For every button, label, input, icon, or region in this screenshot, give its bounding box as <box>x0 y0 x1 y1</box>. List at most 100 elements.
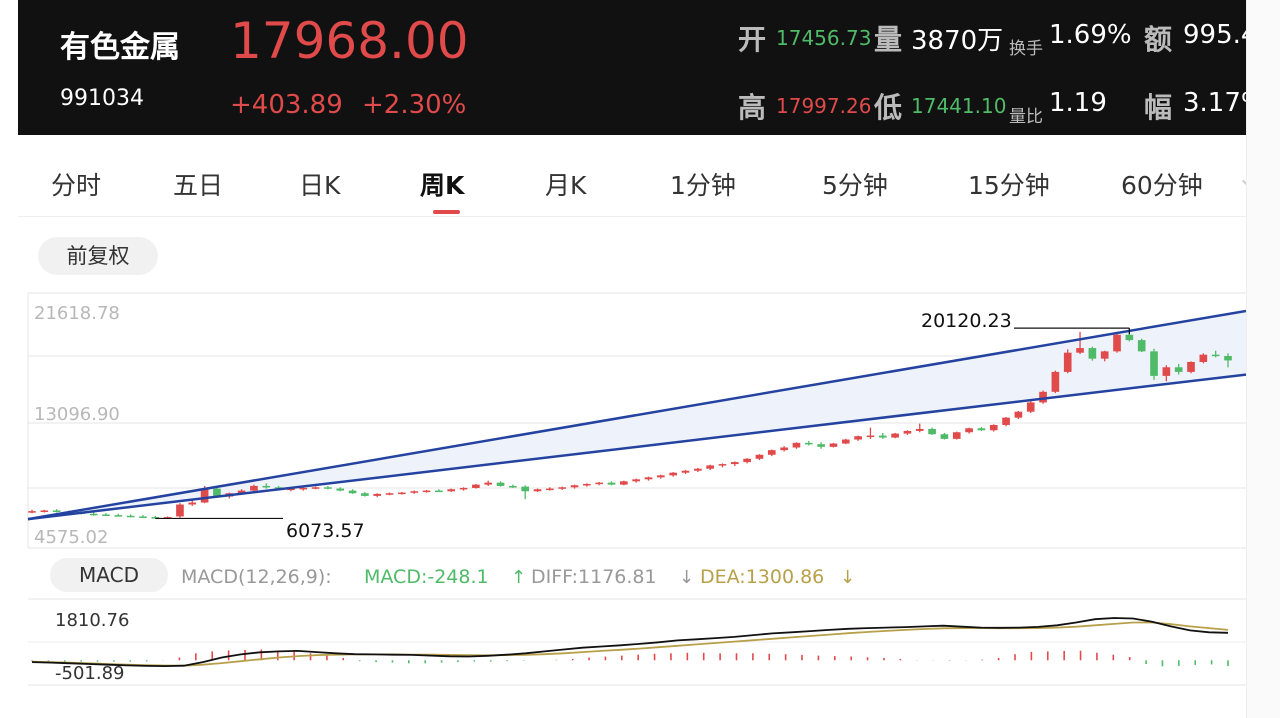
candle-body <box>102 514 110 516</box>
candle-body <box>1199 354 1208 362</box>
candle-body <box>940 434 949 439</box>
candle-body <box>681 470 690 473</box>
diff-value: DIFF:1176.81 <box>531 566 657 588</box>
candle-body <box>755 454 764 459</box>
candle-body <box>1187 361 1195 372</box>
candle-body <box>669 472 677 476</box>
candle-body <box>657 475 665 478</box>
channel-lower-line <box>27 373 1246 521</box>
candle-body <box>1014 411 1023 418</box>
candle-body <box>693 468 702 471</box>
candle-body <box>496 482 505 486</box>
candle-body <box>829 443 838 447</box>
candle-body <box>743 458 751 463</box>
candle-body <box>459 487 468 490</box>
candle-body <box>1150 351 1158 376</box>
low-annotation-label: 6073.57 <box>286 520 365 542</box>
candle-body <box>767 450 776 455</box>
candle-body <box>447 489 456 492</box>
candle-body <box>595 482 603 485</box>
macd-value: MACD:-248.1 <box>364 566 489 588</box>
candle-body <box>1162 367 1171 376</box>
candle-body <box>200 488 209 503</box>
candle-body <box>521 486 530 492</box>
candle-body <box>28 511 36 513</box>
candle-body <box>361 493 369 496</box>
candle-body <box>866 435 875 438</box>
candle-body <box>632 479 640 482</box>
candle-body <box>188 502 197 505</box>
candle-body <box>311 487 320 489</box>
high-annotation-label: 20120.23 <box>921 310 1012 332</box>
candle-body <box>126 515 135 518</box>
candle-body <box>817 444 825 447</box>
candle-body <box>422 490 431 493</box>
candle-body <box>706 465 714 469</box>
candle-body <box>1125 334 1134 341</box>
y-axis-max-label: 21618.78 <box>34 303 120 324</box>
candle-body <box>1100 351 1109 359</box>
candle-body <box>558 487 567 489</box>
candle-body <box>40 510 49 512</box>
candle-body <box>1002 417 1010 425</box>
candle-body <box>435 490 443 493</box>
candle-body <box>570 485 579 488</box>
candle-body <box>324 487 332 489</box>
candle-body <box>373 493 382 496</box>
candle-body <box>1224 356 1232 361</box>
candle-body <box>644 477 653 480</box>
candle-body <box>804 442 813 445</box>
macd-axis-max-label: 1810.76 <box>55 610 129 631</box>
candle-body <box>891 433 899 438</box>
candle-body <box>348 490 357 494</box>
candle-body <box>792 442 801 448</box>
candle-body <box>398 492 406 495</box>
candle-body <box>952 432 961 439</box>
candle-body <box>484 482 493 485</box>
candle-body <box>1137 340 1146 352</box>
candle-body <box>1076 348 1084 353</box>
candle-body <box>114 515 123 517</box>
candle-body <box>52 510 61 512</box>
candle-body <box>533 489 542 492</box>
dea-down-arrow-icon: ↓ <box>840 567 855 588</box>
candle-body <box>989 424 998 431</box>
candle-body <box>583 483 591 486</box>
y-axis-min-label: 4575.02 <box>34 527 108 548</box>
candle-body <box>250 485 258 491</box>
macd-tag-label: MACD <box>79 563 139 587</box>
candle-body <box>1026 402 1035 412</box>
candle-body <box>903 430 912 434</box>
candle-body <box>718 464 727 466</box>
candle-body <box>89 513 98 516</box>
candle-body <box>1211 354 1220 357</box>
candle-body <box>1063 352 1072 372</box>
candle-body <box>780 447 788 451</box>
candle-body <box>841 439 850 444</box>
candle-body <box>928 428 936 435</box>
candle-body <box>620 481 628 485</box>
candle-body <box>299 487 308 490</box>
diff-down-arrow-icon: ↓ <box>679 567 694 588</box>
y-axis-mid-label: 13096.90 <box>34 404 120 425</box>
candle-body <box>410 491 419 493</box>
candle-body <box>1174 367 1183 372</box>
candle-body <box>509 485 517 488</box>
candle-body <box>336 488 345 491</box>
candle-body <box>546 488 554 491</box>
candle-body <box>977 428 986 431</box>
candle-body <box>1051 371 1060 392</box>
candle-body <box>915 428 924 431</box>
candle-body <box>730 462 739 465</box>
candle-body <box>139 516 147 518</box>
dea-value: DEA:1300.86 <box>700 566 824 588</box>
side-scrollbar[interactable] <box>1246 0 1280 718</box>
candle-body <box>965 428 973 433</box>
candle-body <box>1113 334 1121 352</box>
kline-chart: 21618.78 13096.90 4575.02 20120.23 6073.… <box>27 292 1246 686</box>
candle-body <box>607 482 616 485</box>
macd-up-arrow-icon: ↑ <box>511 567 526 588</box>
candle-body <box>854 436 862 440</box>
candle-body <box>1088 348 1097 359</box>
candle-body <box>385 493 394 495</box>
